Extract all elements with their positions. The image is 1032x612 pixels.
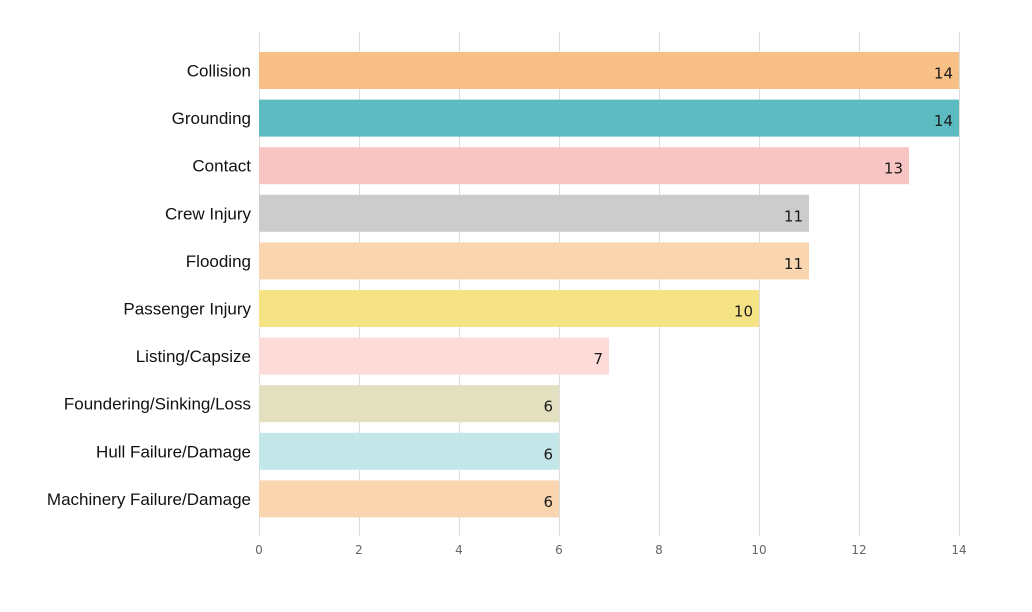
category-label: Listing/Capsize [136, 347, 251, 366]
value-label: 11 [784, 255, 803, 273]
x-axis-ticks: 0 2 4 6 8 10 12 14 [255, 543, 966, 557]
value-label: 13 [884, 160, 903, 178]
x-tick-label: 12 [851, 543, 866, 557]
x-tick-label: 6 [555, 543, 563, 557]
bar [259, 147, 909, 185]
value-label: 14 [934, 112, 953, 130]
bar [259, 52, 959, 89]
x-tick-label: 0 [255, 543, 263, 557]
category-label: Hull Failure/Damage [96, 442, 251, 461]
category-labels: Collision Grounding Contact Crew Injury Floo… [47, 62, 252, 509]
bar [259, 337, 609, 375]
category-label: Collision [187, 62, 251, 81]
category-label: Foundering/Sinking/Loss [64, 395, 251, 414]
x-tick-label: 14 [951, 543, 966, 557]
value-label: 11 [784, 207, 803, 225]
bar [259, 194, 809, 232]
x-tick-label: 4 [455, 543, 463, 557]
category-label: Contact [192, 157, 251, 176]
value-label: 10 [734, 303, 753, 321]
category-label: Crew Injury [165, 204, 251, 223]
value-label: 6 [543, 445, 553, 463]
value-label: 6 [543, 493, 553, 511]
bar [259, 480, 559, 518]
bar [259, 432, 559, 470]
bars [259, 52, 959, 518]
bar [259, 385, 559, 423]
x-tick-label: 8 [655, 543, 663, 557]
bar [259, 99, 959, 137]
x-tick-label: 10 [751, 543, 766, 557]
x-tick-label: 2 [355, 543, 363, 557]
value-label: 6 [543, 398, 553, 416]
bar [259, 242, 809, 280]
bar-chart: Collision Grounding Contact Crew Injury Floo… [47, 32, 967, 557]
category-label: Passenger Injury [123, 300, 251, 319]
category-label: Machinery Failure/Damage [47, 490, 251, 509]
bar [259, 290, 759, 327]
category-label: Grounding [172, 109, 251, 128]
category-label: Flooding [186, 252, 251, 271]
value-label: 7 [593, 350, 603, 368]
value-label: 14 [934, 65, 953, 83]
